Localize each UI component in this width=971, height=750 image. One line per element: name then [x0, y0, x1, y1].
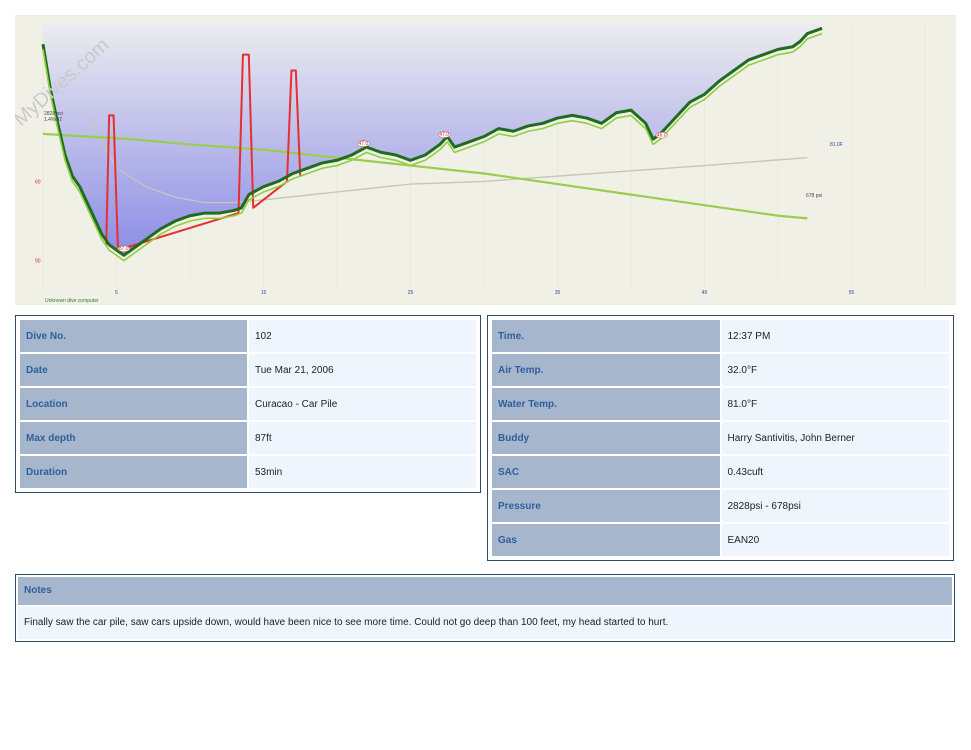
dive_info-label: Duration [20, 456, 247, 488]
x-tick-label: 55 [849, 290, 855, 296]
notes-panel: Notes Finally saw the car pile, saw cars… [15, 574, 955, 642]
dive_info-row: Dive No. 102 [20, 320, 476, 352]
annotation-label: 47.0 [439, 132, 449, 138]
conditions-row: Gas EAN20 [492, 524, 949, 556]
depth-annotation: 46.0 [655, 131, 669, 139]
notes-title: Notes [18, 577, 952, 605]
computer-label: Unknown dive computer [45, 298, 99, 304]
conditions-row: Pressure 2828psi - 678psi [492, 490, 949, 522]
conditions-label: Water Temp. [492, 388, 720, 420]
conditions-label: Pressure [492, 490, 720, 522]
y-tick-label: 60 [35, 179, 41, 185]
annotation-label: 47.0 [358, 141, 368, 147]
dive_info-value: 102 [249, 320, 476, 352]
conditions-value: EAN20 [721, 524, 949, 556]
x-tick-label: 35 [555, 290, 561, 296]
dive-profile-chart: 87.047.047.0 46.0 6090 5 15 25 35 45 55 2828 p… [15, 15, 956, 305]
conditions-label: SAC [492, 456, 720, 488]
conditions-row: Buddy Harry Santivitis, John Berner [492, 422, 949, 454]
pressure-end-label: 678 psi [806, 193, 822, 199]
y-tick-label: 90 [35, 259, 41, 265]
dive_info-value: Tue Mar 21, 2006 [249, 354, 476, 386]
conditions-label: Air Temp. [492, 354, 720, 386]
conditions-row: Time. 12:37 PM [492, 320, 949, 352]
dive_info-label: Location [20, 388, 247, 420]
pressure-start-sublabel: 1.4%O2 [44, 117, 62, 123]
conditions-row: Air Temp. 32.0°F [492, 354, 949, 386]
dive_info-label: Date [20, 354, 247, 386]
dive_info-value: Curacao - Car Pile [249, 388, 476, 420]
x-tick-label: 45 [702, 290, 708, 296]
x-tick-label: 25 [408, 290, 414, 296]
conditions-label: Buddy [492, 422, 720, 454]
depth-annotation: 47.0 [357, 140, 370, 147]
conditions-value: Harry Santivitis, John Berner [721, 422, 949, 454]
dive_info-row: Location Curacao - Car Pile [20, 388, 476, 420]
conditions-table: Time. 12:37 PM Air Temp. 32.0°F Water Temp. 8… [487, 315, 954, 561]
conditions-value: 81.0°F [721, 388, 949, 420]
dive_info-label: Dive No. [20, 320, 247, 352]
dive_info-row: Max depth 87ft [20, 422, 476, 454]
notes-text: Finally saw the car pile, saw cars upsid… [18, 607, 952, 639]
annotation-label: 87.0 [119, 246, 129, 252]
dive_info-row: Date Tue Mar 21, 2006 [20, 354, 476, 386]
depth-annotation: 87.0 [117, 245, 131, 252]
conditions-label: Gas [492, 524, 720, 556]
dive-info-table: Dive No. 102 Date Tue Mar 21, 2006 Location C… [15, 315, 481, 493]
x-tick-label: 15 [261, 290, 267, 296]
dive_info-value: 53min [249, 456, 476, 488]
annotation-label: 46.0 [657, 133, 667, 139]
conditions-row: Water Temp. 81.0°F [492, 388, 949, 420]
dive_info-row: Duration 53min [20, 456, 476, 488]
temp-end-label: 81.0F [830, 142, 843, 148]
conditions-row: SAC 0.43cuft [492, 456, 949, 488]
conditions-value: 12:37 PM [721, 320, 949, 352]
conditions-value: 2828psi - 678psi [721, 490, 949, 522]
depth-annotation: 47.0 [438, 131, 451, 138]
dive_info-label: Max depth [20, 422, 247, 454]
conditions-value: 32.0°F [721, 354, 949, 386]
conditions-value: 0.43cuft [721, 456, 949, 488]
dive_info-value: 87ft [249, 422, 476, 454]
conditions-label: Time. [492, 320, 720, 352]
x-tick-label: 5 [115, 290, 118, 296]
